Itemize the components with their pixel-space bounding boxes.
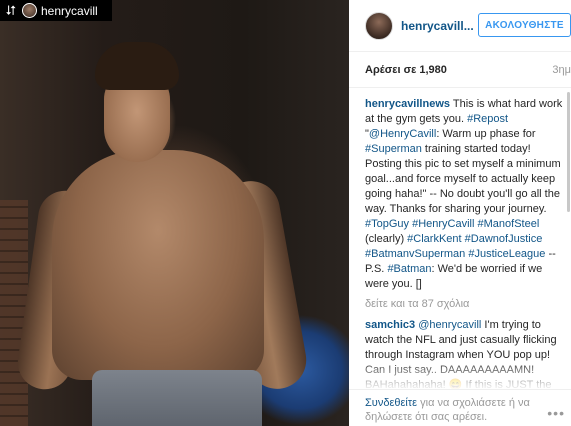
post-stats: Αρέσει σε 1,980 3ημ <box>349 52 571 88</box>
post-header: henrycavill... ΑΚΟΛΟΥΘΗΣΤΕ <box>349 0 571 52</box>
hashtag-link[interactable]: #Repost <box>467 113 508 125</box>
shorts <box>92 370 262 426</box>
more-options-icon[interactable]: ••• <box>547 406 565 420</box>
hashtag-link[interactable]: #JusticeLeague <box>468 248 545 260</box>
hashtag-link[interactable]: #Batman <box>387 263 431 275</box>
avatar[interactable] <box>365 11 393 40</box>
comment-text-segment: (clearly) <box>365 233 408 245</box>
caption-comment: henrycavillnews This is what hard work a… <box>365 97 567 292</box>
likes-count[interactable]: Αρέσει σε 1,980 <box>365 64 447 76</box>
comment-text-segment: : Warm up phase for <box>436 128 536 140</box>
mention-link[interactable]: @HenryCavill <box>369 128 436 140</box>
hashtag-link[interactable]: #DawnofJustice <box>465 233 543 245</box>
scrollbar[interactable] <box>567 92 570 212</box>
post-photo[interactable]: ⮃ henrycavill <box>0 0 349 426</box>
hashtag-link[interactable]: #HenryCavill <box>412 218 474 230</box>
comment-username[interactable]: samchic3 <box>365 319 415 331</box>
post-sidebar: henrycavill... ΑΚΟΛΟΥΘΗΣΤΕ Αρέσει σε 1,9… <box>349 0 571 426</box>
comment-username[interactable]: henrycavillnews <box>365 98 450 110</box>
comment-text: This is what hard work at the gym gets y… <box>365 98 562 290</box>
hair <box>95 42 179 90</box>
torso <box>52 150 264 380</box>
repost-badge: ⮃ henrycavill <box>0 0 112 21</box>
hashtag-link[interactable]: #Superman <box>365 143 422 155</box>
view-all-comments-link[interactable]: δείτε και τα 87 σχόλια <box>365 298 567 310</box>
repost-icon: ⮃ <box>5 2 17 18</box>
mention-link[interactable]: @henrycavill <box>418 319 481 331</box>
hashtag-link[interactable]: #ManofSteel <box>478 218 540 230</box>
hashtag-link[interactable]: #TopGuy <box>365 218 409 230</box>
login-prompt: Συνδεθείτε για να σχολιάσετε ή να δηλώσε… <box>349 389 571 426</box>
post-time[interactable]: 3ημ <box>552 64 571 76</box>
post-username[interactable]: henrycavill... <box>401 19 474 33</box>
hashtag-link[interactable]: #ClarkKent <box>407 233 461 245</box>
comments-list: henrycavillnews This is what hard work a… <box>349 89 571 389</box>
comments-fade <box>349 359 571 389</box>
hashtag-link[interactable]: #BatmanvSuperman <box>365 248 465 260</box>
repost-avatar <box>22 3 37 18</box>
follow-button[interactable]: ΑΚΟΛΟΥΘΗΣΤΕ <box>478 13 571 37</box>
repost-username: henrycavill <box>41 3 98 18</box>
login-link[interactable]: Συνδεθείτε <box>365 397 417 409</box>
